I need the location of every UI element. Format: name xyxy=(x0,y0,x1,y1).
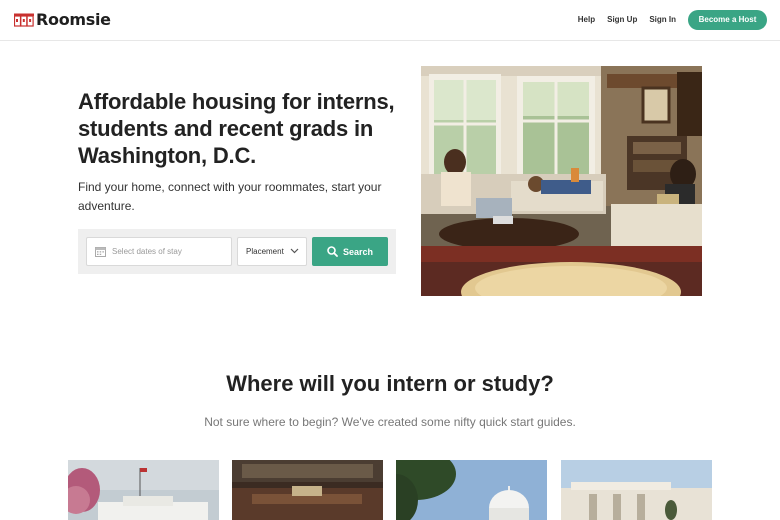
guide-card-chamber[interactable] xyxy=(232,460,383,520)
guide-card-white-house[interactable] xyxy=(68,460,219,520)
chevron-down-icon xyxy=(290,248,299,254)
logo[interactable]: Roomsie xyxy=(14,10,111,29)
hero-photo xyxy=(421,66,702,296)
capitol-dome-image xyxy=(396,460,547,520)
logo-text: Roomsie xyxy=(36,10,111,29)
section-subtitle: Not sure where to begin? We've created s… xyxy=(204,415,576,429)
nav-help-link[interactable]: Help xyxy=(578,10,595,30)
site-header: Roomsie Help Sign Up Sign In Become a Ho… xyxy=(0,0,780,41)
nav-sign-up-link[interactable]: Sign Up xyxy=(607,10,637,30)
search-button-label: Search xyxy=(342,246,374,257)
government-building-image xyxy=(561,460,712,520)
guide-card-capitol[interactable] xyxy=(396,460,547,520)
roomsie-logo-icon xyxy=(14,13,34,27)
legislative-chamber-image xyxy=(232,460,383,520)
top-nav: Help Sign Up Sign In Become a Host xyxy=(578,10,767,30)
date-field[interactable] xyxy=(86,237,232,266)
guide-card-building[interactable] xyxy=(561,460,712,520)
living-room-image xyxy=(421,66,702,296)
date-input[interactable] xyxy=(112,247,222,256)
search-form: Placement Search xyxy=(78,229,396,274)
search-icon xyxy=(327,246,338,257)
become-host-button[interactable]: Become a Host xyxy=(688,10,767,30)
calendar-icon xyxy=(95,247,106,257)
placement-select[interactable]: Placement xyxy=(237,237,307,266)
nav-sign-in-link[interactable]: Sign In xyxy=(649,10,676,30)
white-house-image xyxy=(68,460,219,520)
section-title: Where will you intern or study? xyxy=(226,371,554,396)
hero-subtitle: Find your home, connect with your roomma… xyxy=(78,180,382,213)
search-button[interactable]: Search xyxy=(312,237,388,266)
placement-value: Placement xyxy=(246,247,284,256)
hero-title: Affordable housing for interns, students… xyxy=(78,89,395,168)
